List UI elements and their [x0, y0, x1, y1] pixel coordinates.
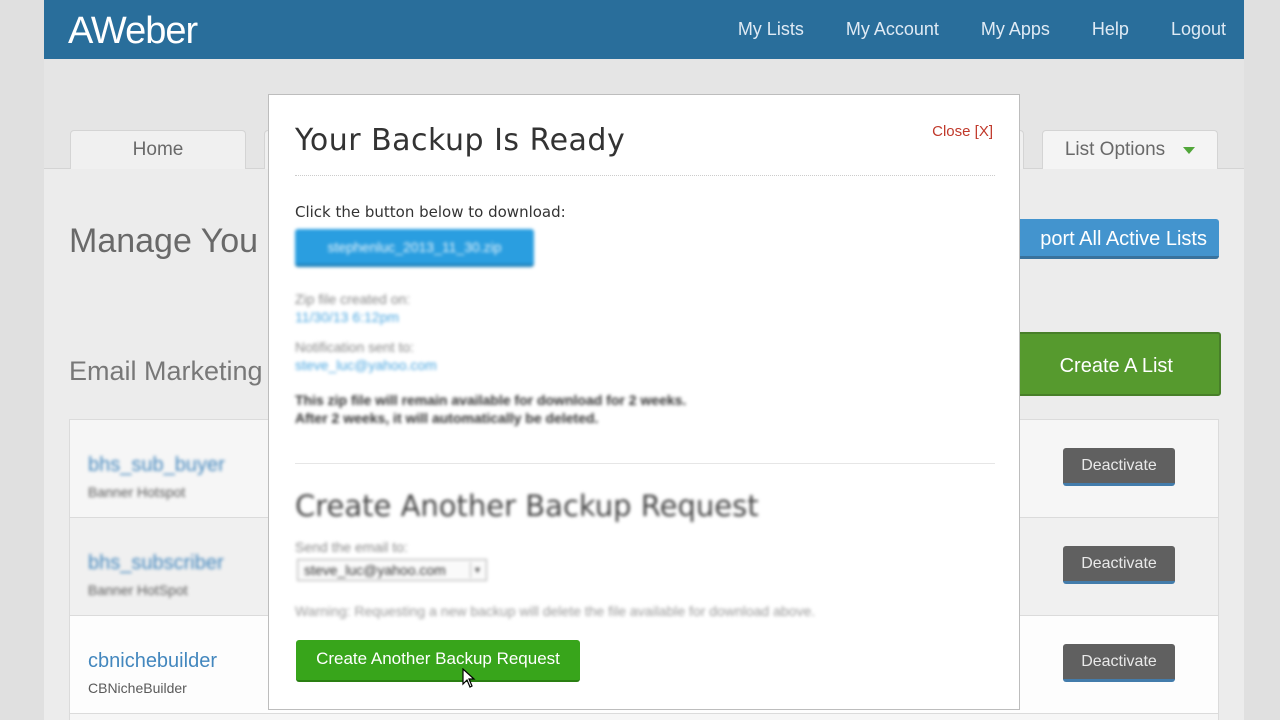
- download-zip-button[interactable]: stephenluc_2013_11_30.zip: [295, 229, 534, 267]
- availability-note-line: After 2 weeks, it will automatically be …: [295, 410, 599, 426]
- send-email-label: Send the email to:: [295, 539, 408, 555]
- divider: [295, 175, 995, 176]
- download-instructions: Click the button below to download:: [295, 203, 566, 221]
- dialog-title: Your Backup Is Ready: [295, 123, 626, 158]
- created-on-value: 11/30/13 6:12pm: [295, 309, 400, 325]
- divider: [295, 463, 995, 464]
- backup-request-heading: Create Another Backup Request: [295, 489, 759, 523]
- availability-note: This zip file will remain available for …: [295, 391, 686, 427]
- availability-note-line: This zip file will remain available for …: [295, 392, 687, 408]
- created-on-label: Zip file created on:: [295, 291, 411, 307]
- backup-ready-dialog: Your Backup Is Ready Close [X] Click the…: [268, 94, 1020, 710]
- chevron-down-icon: ▼: [470, 562, 484, 578]
- send-email-select-value: steve_luc@yahoo.com: [304, 562, 446, 578]
- close-dialog-link[interactable]: Close [X]: [932, 123, 993, 140]
- notification-email-link[interactable]: steve_luc@yahoo.com: [295, 357, 437, 373]
- notification-label: Notification sent to:: [295, 339, 415, 355]
- create-backup-request-button[interactable]: Create Another Backup Request: [296, 640, 580, 682]
- backup-warning: Warning: Requesting a new backup will de…: [295, 603, 816, 619]
- mouse-pointer-icon: [462, 668, 476, 688]
- send-email-select[interactable]: steve_luc@yahoo.com ▼: [297, 559, 487, 581]
